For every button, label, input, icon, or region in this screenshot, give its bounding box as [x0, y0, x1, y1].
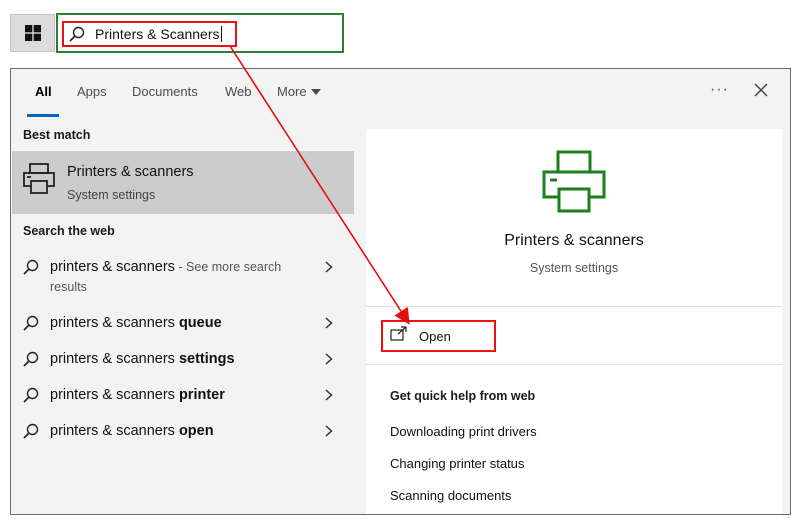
active-tab-indicator [27, 114, 59, 117]
open-button[interactable]: Open [419, 329, 451, 344]
chevron-right-icon [325, 425, 333, 437]
web-result-item[interactable]: printers & scanners queue [11, 311, 356, 335]
search-results-panel: All Apps Documents Web More ··· Best mat… [10, 68, 791, 515]
printer-icon [542, 150, 606, 213]
help-link[interactable]: Downloading print drivers [390, 424, 537, 439]
search-icon [23, 423, 39, 439]
divider [366, 364, 782, 365]
tab-more-label: More [277, 84, 307, 99]
chevron-right-icon [325, 389, 333, 401]
quick-help-heading: Get quick help from web [390, 389, 536, 403]
help-link[interactable]: Changing printer status [390, 456, 524, 471]
tab-apps[interactable]: Apps [77, 84, 107, 99]
windows-icon [24, 25, 41, 41]
web-result-item[interactable]: printers & scanners open [11, 419, 356, 443]
preview-subtitle: System settings [529, 261, 619, 275]
tab-all[interactable]: All [35, 84, 52, 99]
search-web-heading: Search the web [23, 224, 115, 238]
tab-documents[interactable]: Documents [132, 84, 198, 99]
printer-icon [23, 163, 55, 194]
web-result-text: printers & scanners - See more search re… [50, 259, 282, 294]
tab-more[interactable]: More [277, 84, 321, 99]
divider [366, 306, 782, 307]
web-result-text: printers & scanners open [50, 423, 214, 439]
open-external-icon [390, 326, 407, 341]
close-icon[interactable] [754, 83, 768, 97]
web-result-item[interactable]: printers & scanners settings [11, 347, 356, 371]
chevron-right-icon [325, 261, 333, 273]
more-options-button[interactable]: ··· [710, 81, 729, 99]
web-result-text: printers & scanners settings [50, 351, 235, 367]
chevron-right-icon [325, 353, 333, 365]
chevron-right-icon [325, 317, 333, 329]
tab-web[interactable]: Web [225, 84, 252, 99]
web-result-text: printers & scanners queue [50, 315, 222, 331]
web-result-text: printers & scanners printer [50, 387, 225, 403]
filter-tabs: All Apps Documents Web More ··· [11, 69, 790, 117]
web-result-item[interactable]: printers & scanners - See more search re… [11, 255, 356, 299]
preview-title: Printers & scanners [504, 232, 644, 249]
best-match-title: Printers & scanners [67, 164, 194, 180]
help-link[interactable]: Scanning documents [390, 488, 511, 503]
text-caret [220, 26, 222, 42]
search-icon [23, 387, 39, 403]
caret-down-icon [310, 88, 321, 95]
search-icon [23, 351, 39, 367]
search-icon [69, 26, 85, 42]
best-match-subtitle: System settings [67, 188, 156, 202]
best-match-heading: Best match [23, 128, 91, 142]
web-result-item[interactable]: printers & scanners printer [11, 383, 356, 407]
search-icon [23, 315, 39, 331]
search-input[interactable]: Printers & Scanners [95, 26, 222, 42]
best-match-result[interactable]: Printers & scanners System settings [12, 151, 354, 214]
search-icon [23, 259, 39, 275]
result-preview-pane: Printers & scanners System settings Open… [366, 129, 782, 514]
start-button[interactable] [10, 14, 55, 52]
